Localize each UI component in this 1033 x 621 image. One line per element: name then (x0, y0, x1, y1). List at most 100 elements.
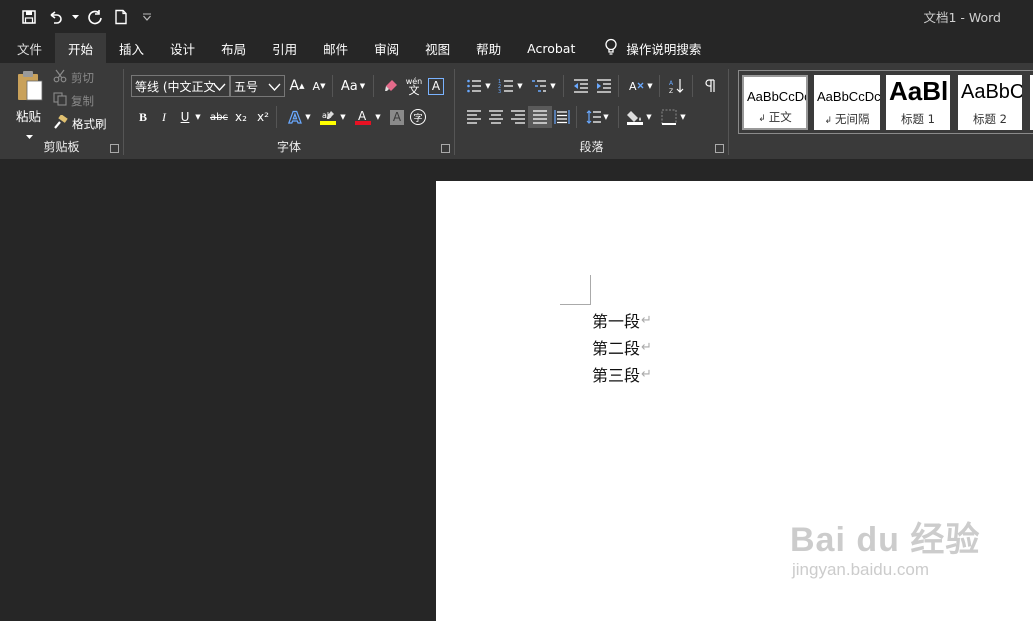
paragraph[interactable]: 第一段 ↵ (592, 308, 652, 332)
italic-label: I (162, 109, 166, 124)
copy-label: 复制 (71, 93, 94, 108)
italic-button[interactable]: I (153, 106, 175, 128)
sort-icon[interactable]: AZ (666, 75, 688, 97)
font-name-combo[interactable]: 等线 (中文正文) (131, 75, 230, 97)
tab-help[interactable]: 帮助 (463, 33, 514, 63)
title-bar: 文档1 - Word (0, 0, 1033, 33)
font-color-icon[interactable]: A (352, 106, 374, 128)
separator (618, 75, 619, 97)
numbering-icon[interactable]: 123 (495, 75, 517, 97)
paragraph-launcher-icon[interactable] (715, 144, 724, 153)
separator (332, 75, 333, 97)
undo-icon[interactable] (44, 6, 66, 28)
font-size-value: 五号 (234, 79, 259, 94)
style-normal[interactable]: AaBbCcDc ↲ 正文 (742, 75, 808, 130)
numbering-dropdown-icon[interactable]: ▼ (515, 75, 525, 97)
distributed-icon[interactable] (551, 106, 573, 128)
clear-formatting-icon[interactable] (380, 75, 402, 97)
style-heading-1[interactable]: AaBl 标题 1 (886, 75, 950, 130)
separator (728, 69, 729, 155)
style-no-spacing[interactable]: AaBbCcDc ↲ 无间隔 (814, 75, 880, 130)
highlight-color-icon[interactable]: ab (317, 106, 339, 128)
svg-text:A: A (669, 80, 674, 87)
show-marks-icon[interactable] (698, 75, 720, 97)
font-name-value: 等线 (中文正文) (135, 79, 215, 94)
multilevel-dropdown-icon[interactable]: ▼ (548, 75, 558, 97)
font-color-dropdown-icon[interactable]: ▼ (372, 106, 384, 128)
borders-icon[interactable] (658, 106, 680, 128)
tab-mailings[interactable]: 邮件 (310, 33, 361, 63)
character-shading-button[interactable]: A (386, 106, 408, 128)
strikethrough-button[interactable]: abc (208, 106, 230, 128)
format-painter-button[interactable]: 格式刷 (53, 114, 107, 133)
tab-references[interactable]: 引用 (259, 33, 310, 63)
shrink-font-icon[interactable]: A ▼ (308, 75, 330, 97)
undo-dropdown-icon[interactable] (70, 6, 80, 28)
chevron-down-icon: ▼ (359, 82, 366, 90)
bold-button[interactable]: B (132, 106, 154, 128)
underline-dropdown-icon[interactable]: ▼ (192, 106, 204, 128)
paste-icon (15, 69, 45, 107)
align-center-icon[interactable] (485, 106, 507, 128)
new-doc-icon[interactable] (110, 6, 132, 28)
paragraph-mark-icon: ↵ (641, 339, 652, 355)
tab-file[interactable]: 文件 (0, 33, 55, 63)
enclose-characters-label: 字 (410, 109, 426, 125)
paste-button[interactable]: 粘贴 (10, 67, 48, 139)
style-name: ↲ 正文 (758, 110, 792, 124)
redo-icon[interactable] (84, 6, 106, 28)
text-effects-dropdown-icon[interactable]: ▼ (302, 106, 314, 128)
superscript-button[interactable]: x² (252, 106, 274, 128)
shading-dropdown-icon[interactable]: ▼ (644, 106, 654, 128)
chinese-layout-icon[interactable]: A (625, 75, 647, 97)
chevron-down-icon (268, 80, 281, 93)
font-launcher-icon[interactable] (441, 144, 450, 153)
bullets-dropdown-icon[interactable]: ▼ (483, 75, 493, 97)
tell-me-search[interactable]: 操作说明搜索 (588, 33, 701, 63)
tab-insert[interactable]: 插入 (106, 33, 157, 63)
font-size-combo[interactable]: 五号 (230, 75, 285, 97)
tab-design[interactable]: 设计 (157, 33, 208, 63)
svg-text:A: A (629, 80, 637, 93)
tab-home[interactable]: 开始 (55, 33, 107, 63)
enclose-characters-button[interactable]: 字 (407, 106, 429, 128)
cut-button[interactable]: 剪切 (53, 69, 94, 86)
tab-view[interactable]: 视图 (412, 33, 463, 63)
justify-icon[interactable] (528, 106, 552, 128)
decrease-indent-icon[interactable] (570, 75, 592, 97)
tab-layout[interactable]: 布局 (208, 33, 259, 63)
ribbon-tabs: 文件 开始 插入 设计 布局 引用 邮件 审阅 视图 帮助 Acrobat 操作… (0, 33, 1033, 63)
separator (659, 75, 660, 97)
clipboard-launcher-icon[interactable] (110, 144, 119, 153)
align-left-icon[interactable] (463, 106, 485, 128)
borders-dropdown-icon[interactable]: ▼ (678, 106, 688, 128)
lightbulb-icon (604, 38, 618, 59)
line-spacing-dropdown-icon[interactable]: ▼ (601, 106, 611, 128)
paragraph-mark-icon: ↵ (641, 366, 652, 382)
customize-qat-icon[interactable] (136, 6, 158, 28)
character-border-button[interactable]: A (425, 75, 447, 97)
copy-button[interactable]: 复制 (53, 92, 94, 109)
subscript-button[interactable]: x₂ (230, 106, 252, 128)
align-right-icon[interactable] (507, 106, 529, 128)
underline-label: U (180, 110, 190, 124)
bullets-icon[interactable] (463, 75, 485, 97)
chevron-down-icon (213, 80, 226, 93)
multilevel-list-icon[interactable] (528, 75, 550, 97)
paragraph[interactable]: 第三段 ↵ (592, 362, 652, 386)
phonetic-guide-button[interactable]: wén 文 (403, 75, 425, 97)
shading-icon[interactable] (624, 106, 646, 128)
increase-indent-icon[interactable] (593, 75, 615, 97)
style-heading-2[interactable]: AaBbC 标题 2 (958, 75, 1022, 130)
grow-font-icon[interactable]: A ▲ (286, 75, 308, 97)
save-icon[interactable] (18, 6, 40, 28)
brush-icon (53, 114, 68, 133)
highlight-dropdown-icon[interactable]: ▼ (337, 106, 349, 128)
paragraph[interactable]: 第二段 ↵ (592, 335, 652, 359)
tab-review[interactable]: 审阅 (361, 33, 412, 63)
tab-acrobat[interactable]: Acrobat (514, 33, 588, 63)
svg-text:A: A (358, 109, 367, 123)
change-case-button[interactable]: Aa ▼ (338, 75, 368, 97)
chinese-layout-dropdown-icon[interactable]: ▼ (645, 75, 655, 97)
separator (373, 75, 374, 97)
